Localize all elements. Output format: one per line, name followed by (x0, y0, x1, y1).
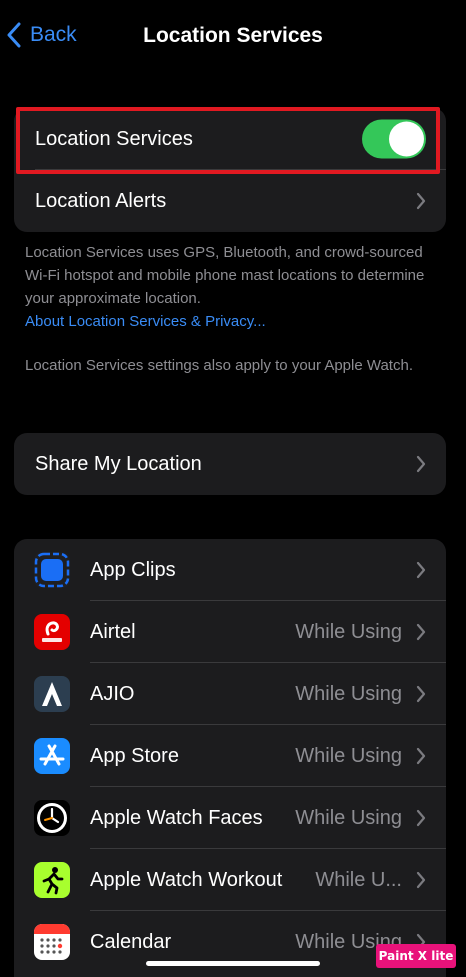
share-my-location-label: Share My Location (35, 452, 202, 475)
chevron-right-icon (416, 455, 426, 473)
chevron-right-icon (416, 809, 426, 827)
app-name: Apple Watch Workout (90, 868, 283, 891)
location-services-row: Location Services (14, 108, 446, 170)
location-alerts-row[interactable]: Location Alerts (14, 170, 446, 232)
location-settings-group: Location Services Location Alerts (14, 108, 446, 232)
apps-list: App Clips Airtel While Using AJIO While … (14, 539, 446, 977)
app-row-airtel[interactable]: Airtel While Using (14, 601, 446, 663)
chevron-right-icon (416, 623, 426, 641)
share-my-location-row[interactable]: Share My Location (14, 433, 446, 495)
toggle-knob (389, 121, 424, 157)
page-title: Location Services (143, 24, 323, 47)
watch-note: Location Services settings also apply to… (25, 357, 413, 374)
watermark-logo: Paint X lite (376, 944, 456, 968)
app-row-ajio[interactable]: AJIO While Using (14, 663, 446, 725)
app-name: App Store (90, 744, 179, 767)
navigation-bar: Back Location Services (0, 0, 466, 72)
chevron-right-icon (416, 747, 426, 765)
app-permission-value: While Using (295, 744, 402, 767)
app-row-apple-watch-workout[interactable]: Apple Watch Workout While U... (14, 849, 446, 911)
app-row-app-store[interactable]: App Store While Using (14, 725, 446, 787)
airtel-icon (34, 614, 70, 650)
app-permission-value: While Using (295, 620, 402, 643)
location-alerts-label: Location Alerts (35, 189, 167, 212)
app-name: App Clips (90, 558, 176, 581)
app-row-app-clips[interactable]: App Clips (14, 539, 446, 601)
app-row-apple-watch-faces[interactable]: Apple Watch Faces While Using (14, 787, 446, 849)
workout-icon (34, 862, 70, 898)
chevron-right-icon (416, 871, 426, 889)
share-location-group: Share My Location (14, 433, 446, 495)
app-permission-value: While Using (295, 806, 402, 829)
home-indicator (146, 961, 320, 966)
chevron-right-icon (416, 685, 426, 703)
app-clips-icon (34, 552, 70, 588)
chevron-right-icon (416, 561, 426, 579)
description-text: Location Services uses GPS, Bluetooth, a… (25, 244, 425, 307)
app-permission-value: While U... (315, 868, 402, 891)
app-name: Calendar (90, 930, 172, 953)
ajio-icon (34, 676, 70, 712)
app-store-icon (34, 738, 70, 774)
app-name: AJIO (90, 682, 135, 705)
app-name: Airtel (90, 620, 136, 643)
location-services-toggle[interactable] (362, 119, 426, 159)
location-description: Location Services uses GPS, Bluetooth, a… (25, 241, 445, 333)
privacy-link[interactable]: About Location Services & Privacy... (25, 310, 445, 333)
app-permission-value: While Using (295, 682, 402, 705)
chevron-right-icon (416, 192, 426, 210)
app-name: Apple Watch Faces (90, 806, 263, 829)
watch-faces-icon (34, 800, 70, 836)
calendar-icon (34, 924, 70, 960)
